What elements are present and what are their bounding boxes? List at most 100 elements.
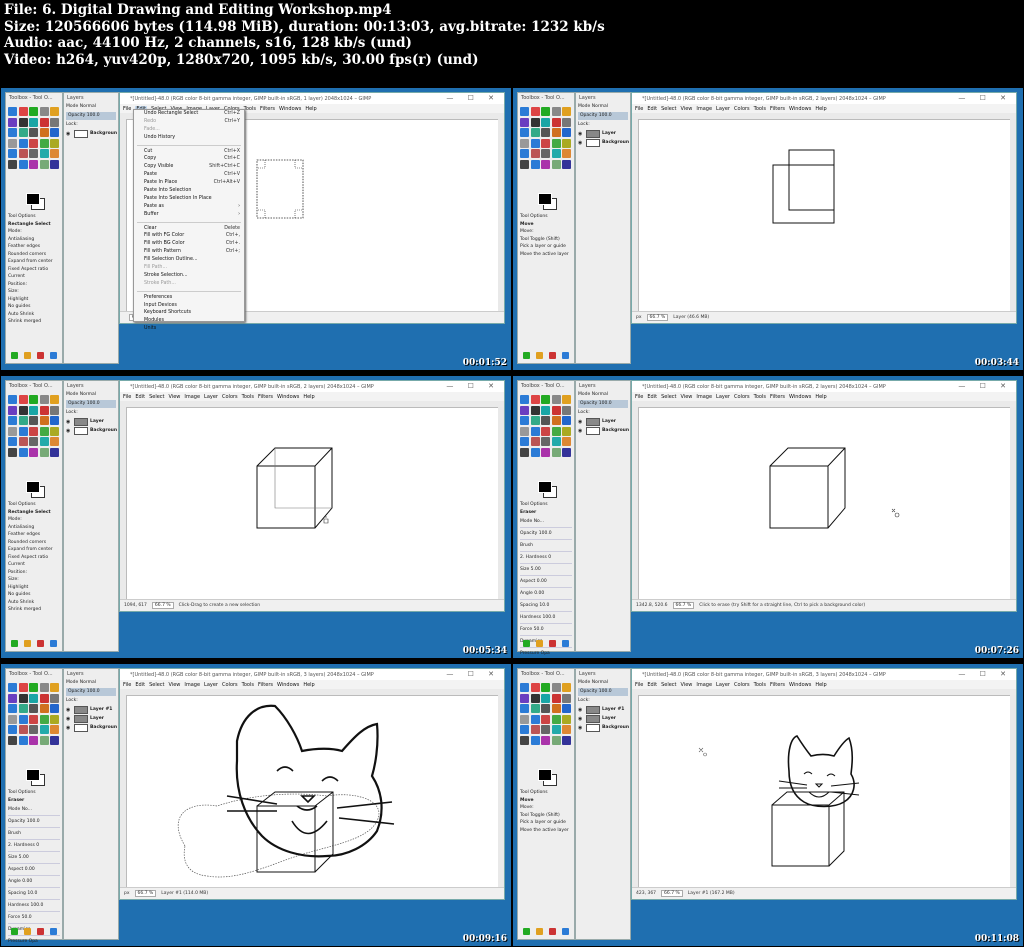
tool-icon[interactable] (551, 683, 561, 692)
tool-option-row[interactable]: Tool Toggle (Shift) (520, 236, 572, 244)
menu-colors[interactable]: Colors (734, 106, 750, 112)
tool-icon[interactable] (18, 735, 28, 745)
tool-icon[interactable] (520, 725, 529, 734)
menu-file[interactable]: File (123, 682, 131, 688)
tool-icon[interactable] (541, 107, 550, 116)
menu-edit[interactable]: Edit (647, 682, 657, 688)
tool-option-row[interactable]: Mode: (8, 228, 60, 236)
tool-icon[interactable] (541, 447, 550, 457)
save-icon[interactable] (11, 640, 18, 647)
tool-icon[interactable] (8, 693, 17, 703)
tool-icon[interactable] (551, 128, 561, 137)
tool-option-row[interactable]: No guides (8, 303, 60, 311)
tool-icon[interactable] (520, 683, 529, 692)
tool-icon[interactable] (39, 693, 49, 703)
tool-icon[interactable] (18, 416, 28, 425)
tool-option-row[interactable]: Expand from center (8, 258, 60, 266)
tool-icon[interactable] (520, 416, 529, 425)
edit-menu-item[interactable]: Copy Visible Shift+Ctrl+C (134, 163, 244, 171)
menu-windows[interactable]: Windows (789, 106, 811, 112)
tool-option-row[interactable]: Angle 0.00 (520, 588, 572, 600)
save-icon[interactable] (523, 928, 530, 935)
tool-icon[interactable] (8, 128, 17, 137)
tool-option-row[interactable]: Tool Toggle (Shift) (520, 812, 572, 820)
edit-menu-item[interactable]: Keyboard Shortcuts (134, 309, 244, 317)
tool-icon[interactable] (29, 447, 38, 457)
layer-row[interactable]: ◉ Backgroun (64, 723, 118, 732)
menu-edit[interactable]: Edit (135, 682, 145, 688)
tool-icon[interactable] (29, 426, 38, 436)
menu-layer[interactable]: Layer (204, 682, 218, 688)
tool-icon[interactable] (8, 447, 17, 457)
layer-row[interactable]: ◉ Backgroun (576, 723, 630, 732)
tool-options-tab[interactable]: Tool Options (8, 501, 60, 509)
tool-option-row[interactable]: Mode: (8, 516, 60, 524)
mode-value[interactable]: Normal (80, 392, 96, 397)
eye-icon[interactable]: ◉ (578, 716, 583, 721)
tool-icon[interactable] (8, 416, 17, 425)
layer-row[interactable]: ◉ Layer (576, 714, 630, 723)
tool-icon[interactable] (29, 714, 38, 724)
tool-icon[interactable] (551, 159, 561, 169)
tool-icon[interactable] (520, 107, 529, 116)
foreground-color-swatch[interactable] (26, 769, 40, 781)
tool-icon[interactable] (8, 405, 17, 415)
tool-option-row[interactable]: Pressure Opa (8, 936, 60, 946)
layer-row[interactable]: ◉ Backgroun (576, 138, 630, 147)
menu-windows[interactable]: Windows (277, 682, 299, 688)
menu-help[interactable]: Help (303, 682, 314, 688)
tool-icon[interactable] (39, 405, 49, 415)
tool-icon[interactable] (50, 416, 59, 425)
tool-icon[interactable] (39, 159, 49, 169)
menu-tools[interactable]: Tools (244, 106, 256, 112)
menu-colors[interactable]: Colors (734, 394, 750, 400)
restore-icon[interactable] (24, 352, 31, 359)
tool-icon[interactable] (562, 416, 571, 425)
tool-icon[interactable] (562, 395, 571, 404)
tool-icon[interactable] (541, 426, 550, 436)
menu-file[interactable]: File (123, 106, 131, 112)
menu-file[interactable]: File (635, 394, 643, 400)
reset-icon[interactable] (562, 928, 569, 935)
tool-icon[interactable] (18, 693, 28, 703)
mode-row[interactable]: Mode Normal (576, 391, 630, 399)
menu-filters[interactable]: Filters (258, 394, 273, 400)
tool-option-row[interactable]: Force 50.0 (520, 624, 572, 636)
menu-select[interactable]: Select (149, 682, 164, 688)
tool-icon[interactable] (551, 416, 561, 425)
layer-row[interactable]: ◉ Backgroun (64, 129, 118, 138)
foreground-color-swatch[interactable] (538, 193, 552, 205)
opacity-row[interactable]: Opacity 100.0 (578, 688, 628, 696)
tool-icon[interactable] (551, 405, 561, 415)
tool-icon[interactable] (8, 735, 17, 745)
edit-menu-item[interactable]: Copy Ctrl+C (134, 155, 244, 163)
menu-image[interactable]: Image (184, 682, 200, 688)
menu-help[interactable]: Help (303, 394, 314, 400)
tool-icon[interactable] (29, 395, 38, 404)
tool-icon[interactable] (551, 714, 561, 724)
tool-icon[interactable] (50, 405, 59, 415)
tool-icon[interactable] (50, 138, 59, 148)
tool-options-tab[interactable]: Tool Options (8, 213, 60, 221)
edit-menu-item[interactable]: Undo Rectangle Select Ctrl+Z (134, 110, 244, 118)
menu-layer[interactable]: Layer (204, 394, 218, 400)
save-icon[interactable] (11, 352, 18, 359)
save-icon[interactable] (523, 352, 530, 359)
menu-select[interactable]: Select (661, 682, 676, 688)
menu-image[interactable]: Image (696, 394, 712, 400)
opacity-value[interactable]: 100.0 (599, 401, 612, 406)
save-icon[interactable] (11, 928, 18, 935)
tool-option-row[interactable]: Pick a layer or guide (520, 819, 572, 827)
menu-select[interactable]: Select (149, 394, 164, 400)
tool-icon[interactable] (39, 683, 49, 692)
menu-image[interactable]: Image (184, 394, 200, 400)
eye-icon[interactable]: ◉ (66, 716, 71, 721)
tool-icon[interactable] (562, 405, 571, 415)
tool-option-row[interactable]: Move: (520, 228, 572, 236)
tool-icon[interactable] (29, 138, 38, 148)
drawing-canvas[interactable] (639, 120, 1010, 311)
tool-icon[interactable] (530, 447, 540, 457)
delete-icon[interactable] (37, 640, 44, 647)
menu-layer[interactable]: Layer (716, 394, 730, 400)
menu-tools[interactable]: Tools (754, 106, 766, 112)
